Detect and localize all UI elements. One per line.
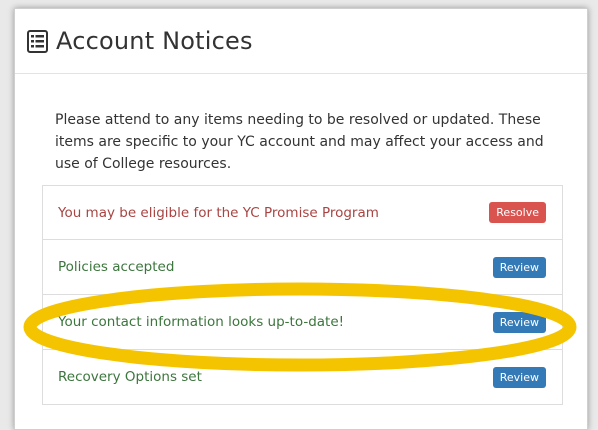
- panel-header: Account Notices: [15, 9, 587, 74]
- notice-item-promise-program: You may be eligible for the YC Promise P…: [42, 185, 563, 240]
- review-button[interactable]: Review: [492, 311, 546, 333]
- notice-label: Policies accepted: [58, 259, 175, 275]
- notice-item-recovery-options: Recovery Options set Review: [42, 350, 563, 405]
- review-button[interactable]: Review: [492, 366, 546, 388]
- intro-text: Please attend to any items needing to be…: [55, 112, 544, 172]
- notices-list: You may be eligible for the YC Promise P…: [42, 185, 563, 405]
- list-alt-icon: [27, 29, 48, 53]
- notice-label: Your contact information looks up-to-dat…: [58, 314, 345, 330]
- notice-label: You may be eligible for the YC Promise P…: [58, 204, 379, 221]
- notice-item-policies: Policies accepted Review: [42, 240, 563, 295]
- review-button[interactable]: Review: [492, 256, 546, 278]
- resolve-button[interactable]: Resolve: [489, 202, 546, 223]
- notice-item-contact-info: Your contact information looks up-to-dat…: [42, 295, 563, 350]
- notice-label: Recovery Options set: [58, 369, 202, 385]
- page-title: Account Notices: [56, 27, 253, 55]
